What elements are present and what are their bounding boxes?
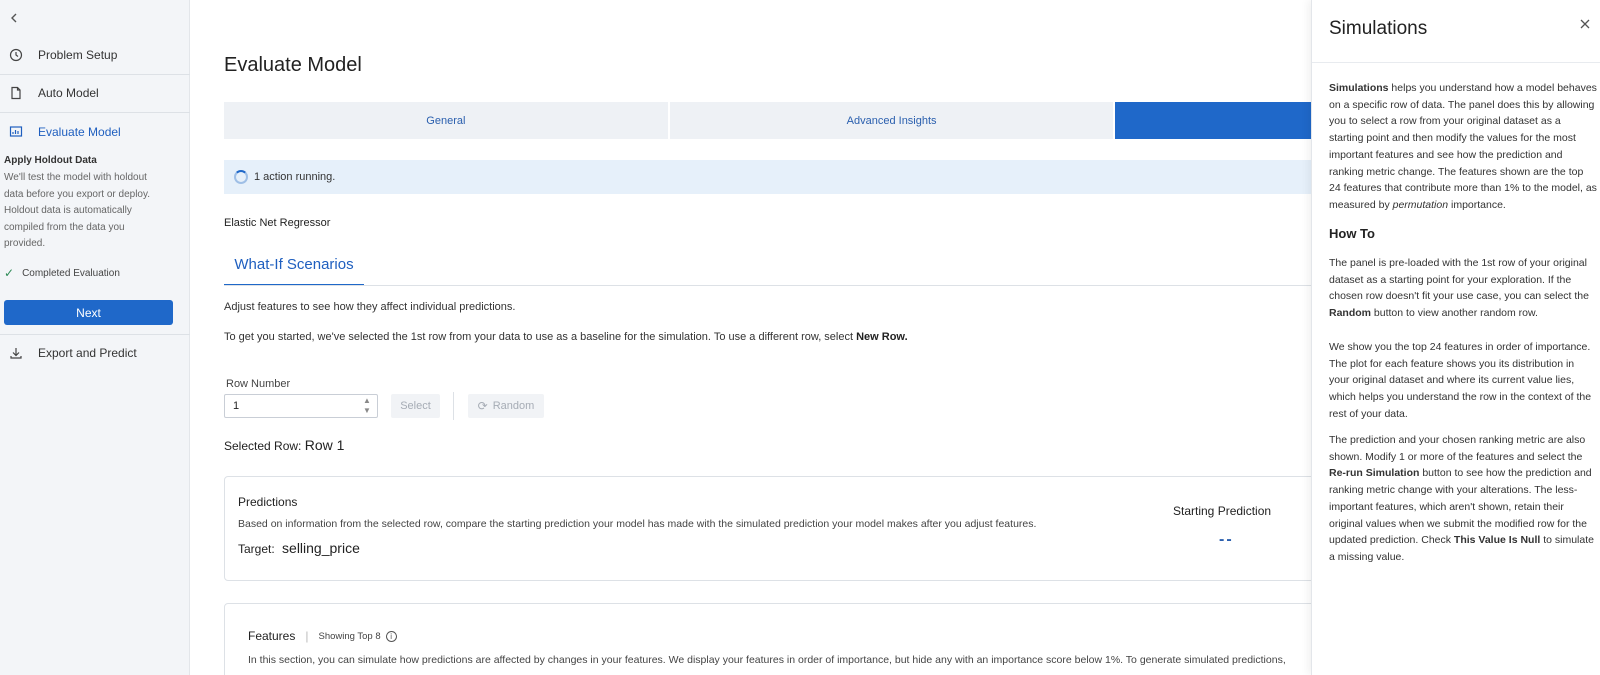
- spinner-icon: [234, 170, 248, 184]
- panel-howto-heading: How To: [1329, 226, 1375, 241]
- panel-features-paragraph: We show you the top 24 features in order…: [1329, 341, 1592, 420]
- action-running-banner: 1 action running.: [224, 160, 1314, 194]
- sidebar-item-evaluate-model[interactable]: Evaluate Model: [0, 113, 190, 151]
- selected-row-value: Row 1: [304, 437, 345, 453]
- panel-text: helps you understand how a model behaves…: [1329, 82, 1597, 211]
- starting-prediction-label: Starting Prediction: [1173, 504, 1272, 518]
- button-separator: [453, 392, 454, 420]
- next-button[interactable]: Next: [4, 300, 173, 325]
- tab-what-if-scenarios[interactable]: What-If Scenarios: [224, 244, 364, 286]
- panel-text: The panel is pre-loaded with the 1st row…: [1329, 257, 1589, 303]
- clock-icon: [8, 47, 24, 63]
- close-icon[interactable]: [1580, 16, 1590, 32]
- panel-bold: Random: [1329, 307, 1371, 320]
- new-row-link: New Row.: [856, 331, 908, 343]
- panel-text: button to view another random row.: [1371, 307, 1538, 320]
- model-name: Elastic Net Regressor: [224, 217, 331, 229]
- panel-howto-paragraph: The panel is pre-loaded with the 1st row…: [1329, 255, 1597, 322]
- baseline-text: To get you started, we've selected the 1…: [224, 331, 908, 343]
- check-icon: ✓: [4, 266, 15, 280]
- holdout-title: Apply Holdout Data: [4, 155, 97, 166]
- document-icon: [8, 85, 24, 101]
- predictions-title: Predictions: [238, 495, 298, 509]
- features-card: Features | Showing Top 8 i In this secti…: [224, 603, 1324, 675]
- predictions-target: Target: selling_price: [238, 540, 360, 556]
- status-label: Completed Evaluation: [22, 267, 120, 279]
- row-number-input[interactable]: [224, 394, 378, 418]
- panel-text: importance.: [1448, 198, 1506, 211]
- sidebar-item-label: Evaluate Model: [38, 125, 121, 139]
- sidebar-item-export-predict[interactable]: Export and Predict: [0, 334, 190, 372]
- row-number-stepper[interactable]: ▲ ▼: [359, 395, 375, 417]
- panel-prediction-paragraph: The prediction and your chosen ranking m…: [1329, 432, 1597, 566]
- subtab-divider: [224, 285, 1314, 286]
- predictions-description: Based on information from the selected r…: [238, 518, 1037, 530]
- row-number-label: Row Number: [226, 378, 291, 390]
- panel-text: The prediction and your chosen ranking m…: [1329, 434, 1586, 463]
- features-header: Features | Showing Top 8 i: [248, 629, 397, 643]
- banner-text: 1 action running.: [254, 171, 336, 183]
- back-chevron-icon[interactable]: [8, 12, 22, 26]
- target-value: selling_price: [282, 540, 360, 556]
- panel-title: Simulations: [1329, 18, 1428, 39]
- sidebar-item-problem-setup[interactable]: Problem Setup: [0, 36, 190, 74]
- features-showing: Showing Top 8: [318, 630, 381, 642]
- starting-prediction-value: --: [1219, 531, 1234, 548]
- sidebar-item-auto-model[interactable]: Auto Model: [0, 74, 190, 112]
- sidebar-item-label: Export and Predict: [38, 346, 137, 360]
- holdout-description: We'll test the model with holdout data b…: [4, 172, 151, 249]
- simulations-help-panel: Simulations Simulations helps you unders…: [1311, 0, 1600, 675]
- panel-header-divider: [1312, 62, 1600, 63]
- tab-general[interactable]: General: [224, 102, 668, 139]
- chevron-up-icon[interactable]: ▲: [363, 396, 371, 406]
- baseline-text-body: To get you started, we've selected the 1…: [224, 331, 857, 343]
- header-separator: |: [305, 629, 309, 643]
- main-tabs: General Advanced Insights: [224, 102, 1314, 139]
- panel-bold: This Value Is Null: [1453, 534, 1541, 547]
- tab-simulations-active[interactable]: [1115, 102, 1314, 139]
- tab-advanced-insights[interactable]: Advanced Insights: [669, 102, 1114, 139]
- features-title: Features: [248, 629, 296, 643]
- sidebar-item-label: Problem Setup: [38, 48, 118, 62]
- page-title: Evaluate Model: [224, 54, 362, 76]
- download-icon: [8, 345, 24, 361]
- sidebar-item-label: Auto Model: [38, 86, 99, 100]
- predictions-card: Predictions Based on information from th…: [224, 476, 1324, 581]
- select-button[interactable]: Select: [391, 394, 440, 418]
- chevron-down-icon[interactable]: ▼: [363, 406, 371, 416]
- completed-evaluation-status: ✓ Completed Evaluation: [4, 266, 120, 280]
- sidebar: Problem Setup Auto Model Evaluate Model …: [0, 0, 190, 675]
- selected-row-label: Selected Row:: [224, 439, 302, 453]
- random-button[interactable]: ⟳ Random: [468, 394, 544, 418]
- panel-intro-paragraph: Simulations helps you understand how a m…: [1329, 80, 1597, 214]
- intro-text: Adjust features to see how they affect i…: [224, 301, 516, 313]
- target-label: Target:: [238, 542, 275, 556]
- panel-italic: permutation: [1392, 198, 1449, 211]
- panel-bold: Re-run Simulation: [1329, 467, 1420, 480]
- panel-bold: Simulations: [1329, 82, 1389, 94]
- chart-icon: [8, 124, 24, 140]
- refresh-icon: ⟳: [477, 399, 488, 413]
- info-icon[interactable]: i: [385, 630, 397, 642]
- random-button-label: Random: [492, 400, 535, 412]
- selected-row: Selected Row: Row 1: [224, 437, 344, 453]
- features-description: In this section, you can simulate how pr…: [248, 654, 1286, 666]
